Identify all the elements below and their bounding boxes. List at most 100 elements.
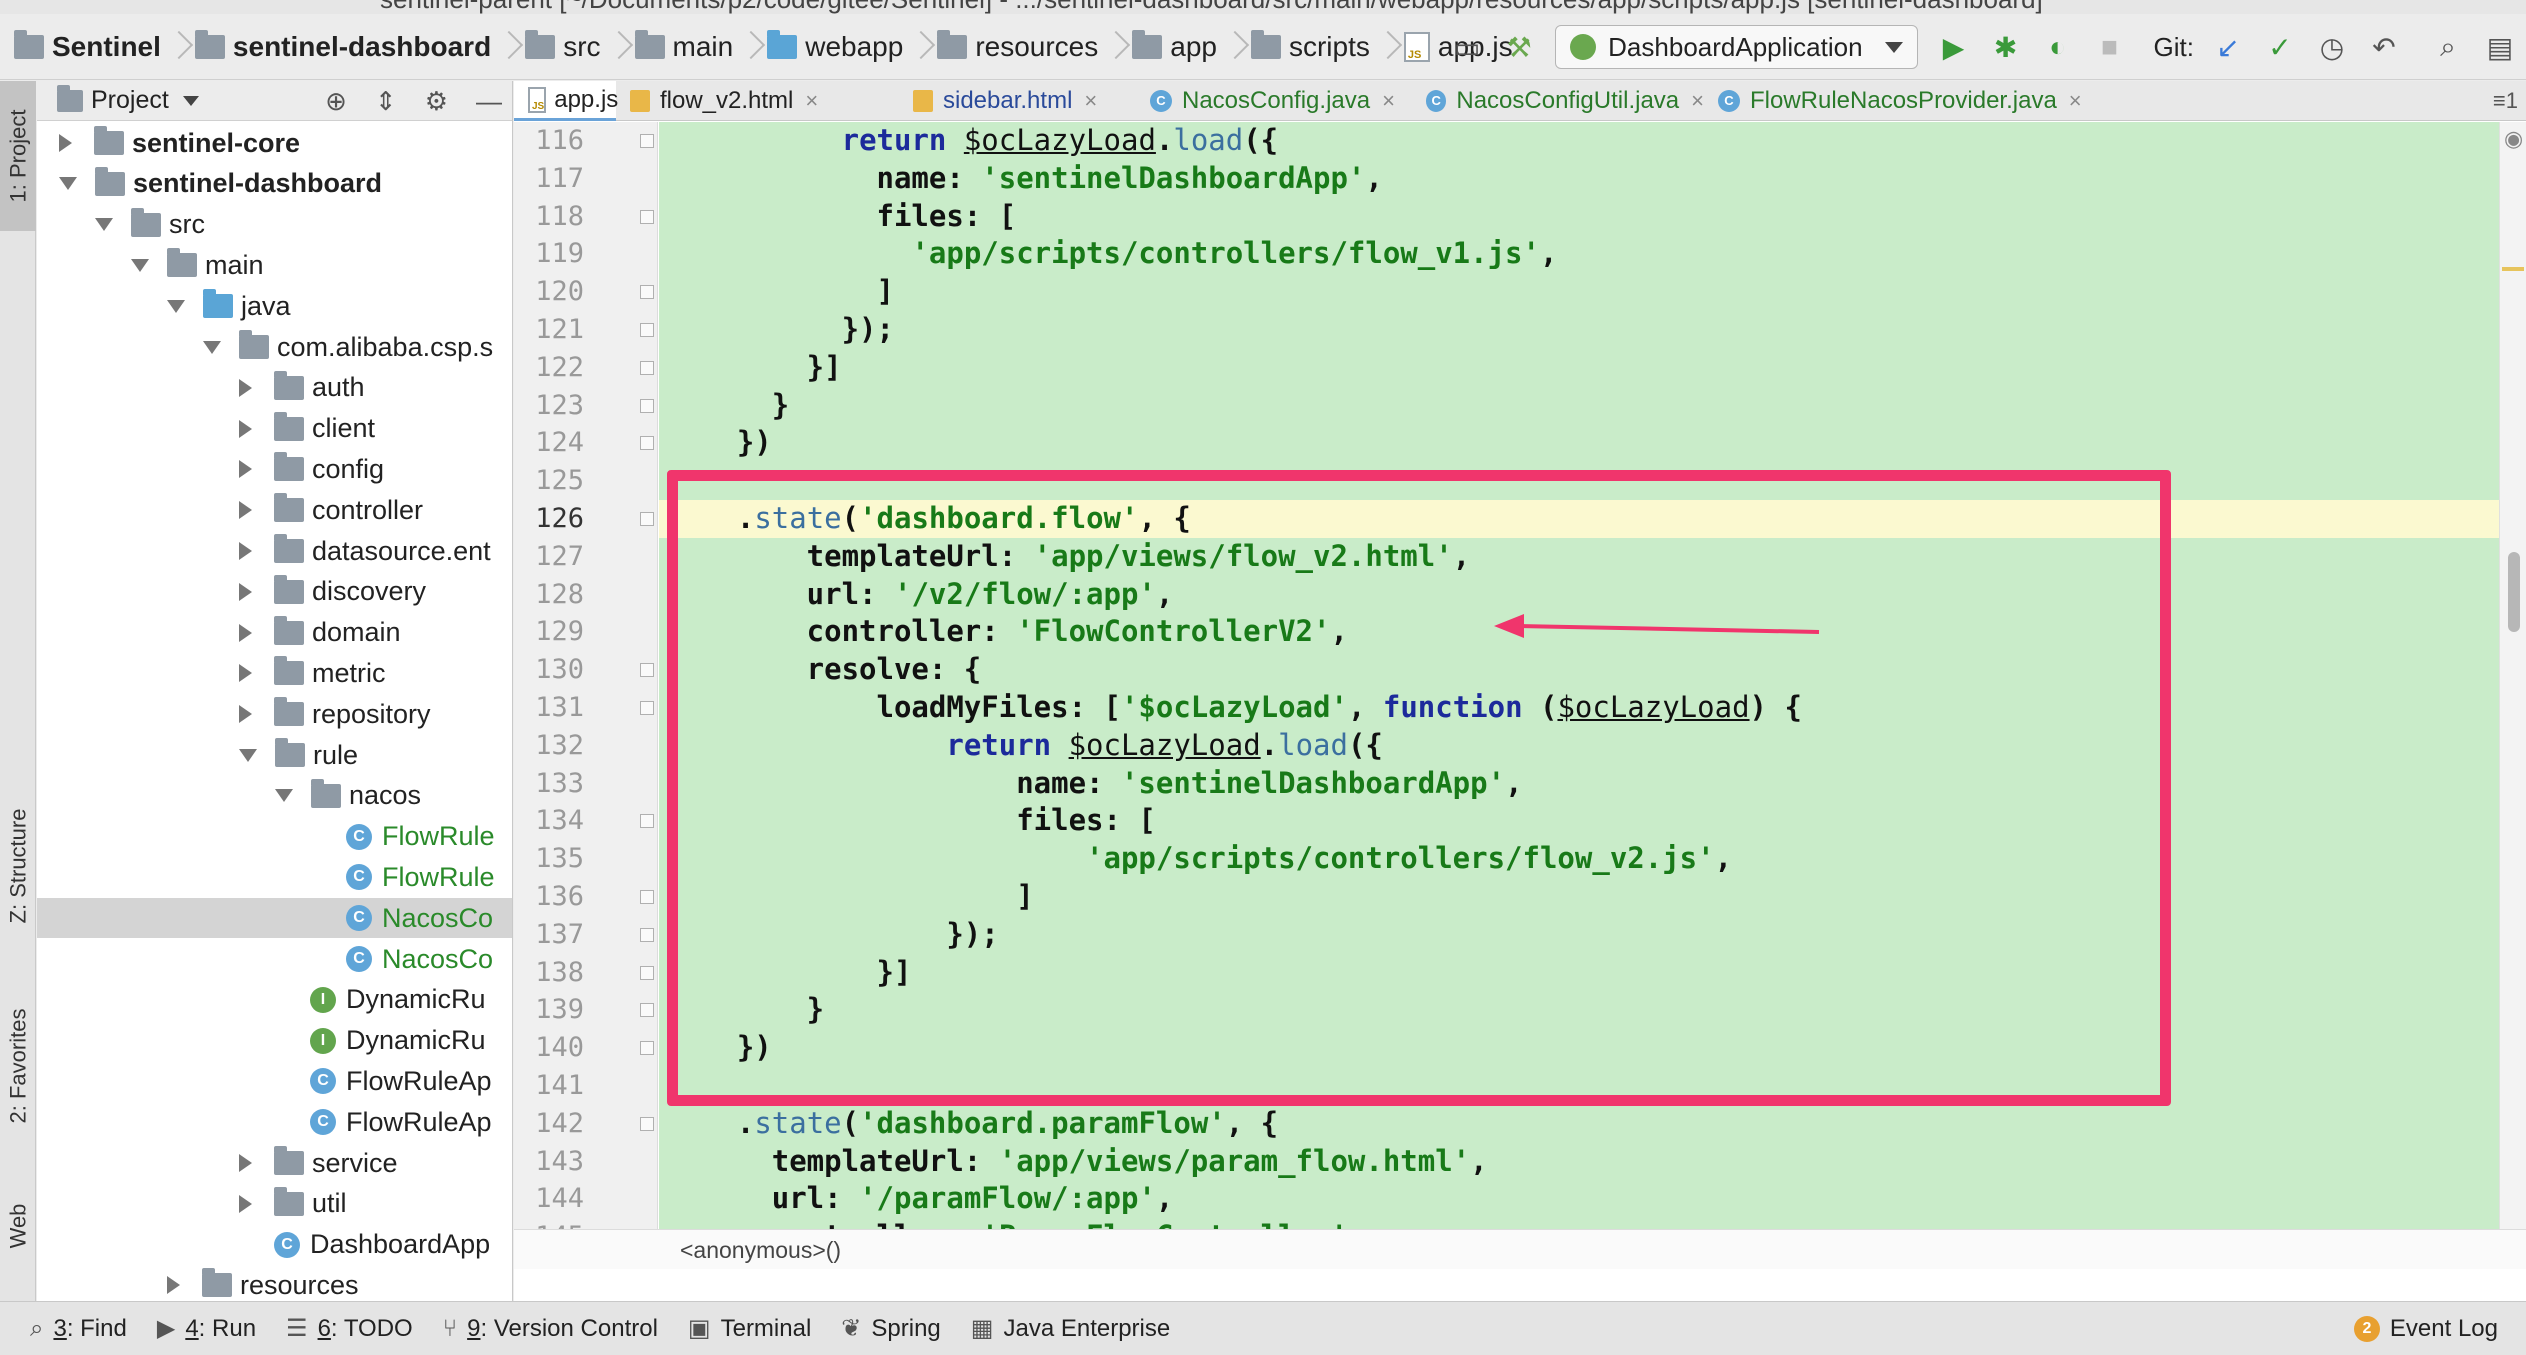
chevron-down-icon[interactable] <box>182 95 199 106</box>
tree-item[interactable]: I DynamicRu <box>37 1021 512 1061</box>
locate-icon[interactable]: ⊕ <box>325 86 347 117</box>
fold-marker-icon[interactable] <box>640 663 654 678</box>
tree-item[interactable]: util <box>37 1184 512 1224</box>
collapsed-arrow-icon[interactable] <box>239 460 252 479</box>
expanded-arrow-icon[interactable] <box>275 789 293 803</box>
tool-window-button[interactable]: ☰ 6: TODO <box>286 1314 413 1343</box>
breadcrumb-item[interactable]: webapp <box>767 14 937 80</box>
tree-item[interactable]: service <box>37 1143 512 1183</box>
fold-marker-icon[interactable] <box>640 134 654 148</box>
code-line[interactable]: .state('dashboard.flow', { <box>659 500 2499 538</box>
collapsed-arrow-icon[interactable] <box>239 419 252 438</box>
tool-window-button[interactable]: ▦ Java Enterprise <box>971 1314 1170 1343</box>
code-line[interactable]: loadMyFiles: ['$ocLazyLoad', function ($… <box>659 689 2499 727</box>
collapse-all-icon[interactable]: ⇕ <box>375 86 397 117</box>
fold-marker-icon[interactable] <box>640 927 654 942</box>
code-breadcrumb[interactable]: <anonymous>() <box>514 1229 2526 1269</box>
tree-item[interactable]: auth <box>37 368 512 408</box>
fold-marker-icon[interactable] <box>640 890 654 904</box>
fold-marker-icon[interactable] <box>640 965 654 980</box>
tool-window-button[interactable]: ⑂ 9: Version Control <box>443 1315 658 1343</box>
expanded-arrow-icon[interactable] <box>59 177 77 191</box>
tree-item[interactable]: sentinel-core <box>37 123 512 163</box>
tab-project-tool[interactable]: 1: Project <box>0 81 36 231</box>
collapsed-arrow-icon[interactable] <box>167 1276 180 1295</box>
scrollbar-thumb[interactable] <box>2508 552 2520 632</box>
fold-marker-icon[interactable] <box>640 701 654 715</box>
code-line[interactable]: templateUrl: 'app/views/flow_v2.html', <box>659 538 2499 576</box>
project-panel-title[interactable]: Project <box>91 86 169 115</box>
history-icon[interactable]: ◷ <box>2312 27 2352 67</box>
code-line[interactable]: name: 'sentinelDashboardApp', <box>659 160 2499 198</box>
code-line[interactable]: }] <box>659 954 2499 992</box>
code-line[interactable]: return $ocLazyLoad.load({ <box>659 727 2499 765</box>
collapsed-arrow-icon[interactable] <box>239 664 252 683</box>
expanded-arrow-icon[interactable] <box>131 258 149 272</box>
breadcrumb-item[interactable]: main <box>634 14 768 80</box>
code-line[interactable]: return $ocLazyLoad.load({ <box>659 122 2499 160</box>
tree-item[interactable]: controller <box>37 490 512 530</box>
fold-marker-icon[interactable] <box>640 436 654 451</box>
code-line[interactable]: files: [ <box>659 198 2499 236</box>
eye-icon[interactable]: ◉ <box>2504 126 2523 152</box>
fold-marker-icon[interactable] <box>640 398 654 413</box>
collapsed-arrow-icon[interactable] <box>239 542 252 560</box>
expanded-arrow-icon[interactable] <box>167 299 185 313</box>
code-area[interactable]: return $ocLazyLoad.load({ name: 'sentine… <box>659 122 2499 1253</box>
code-line[interactable]: }) <box>659 1029 2499 1067</box>
tree-item[interactable]: com.alibaba.csp.s <box>37 327 512 367</box>
tree-item[interactable]: config <box>37 449 512 489</box>
event-log-button[interactable]: 2 Event Log <box>2353 1302 2498 1355</box>
close-icon[interactable]: × <box>1691 88 1704 114</box>
coverage-icon[interactable]: ◐ <box>2038 27 2078 67</box>
code-line[interactable]: } <box>659 387 2499 425</box>
code-line[interactable]: }); <box>659 916 2499 954</box>
expanded-arrow-icon[interactable] <box>239 748 257 762</box>
tree-item[interactable]: I DynamicRu <box>37 980 512 1020</box>
search-icon[interactable]: ⌕ <box>2428 27 2468 67</box>
code-line[interactable]: }) <box>659 424 2499 462</box>
collapsed-arrow-icon[interactable] <box>239 501 252 520</box>
collapsed-arrow-icon[interactable] <box>239 705 252 724</box>
tool-window-button[interactable]: ▣ Terminal <box>688 1314 811 1343</box>
collapsed-arrow-icon[interactable] <box>59 134 72 152</box>
close-icon[interactable]: × <box>805 88 818 114</box>
editor-tab[interactable]: C NacosConfigUtil.java × <box>1412 81 1704 121</box>
code-line[interactable]: }); <box>659 311 2499 349</box>
editor-tab[interactable]: JSapp.js× <box>514 81 643 121</box>
tree-item[interactable]: C FlowRule <box>37 817 512 857</box>
tree-item[interactable]: resources <box>37 1265 512 1301</box>
tab-web-tool[interactable]: Web <box>0 1181 36 1271</box>
editor-tab[interactable]: flow_v2.html × <box>616 81 899 121</box>
code-line[interactable] <box>659 462 2499 500</box>
code-line[interactable]: ] <box>659 273 2499 311</box>
tree-item[interactable]: C NacosCo <box>37 898 512 939</box>
tree-item[interactable]: nacos <box>37 776 512 816</box>
close-icon[interactable]: × <box>1084 88 1097 114</box>
collapsed-arrow-icon[interactable] <box>239 582 252 601</box>
code-line[interactable]: url: '/paramFlow/:app', <box>659 1180 2499 1218</box>
collapsed-arrow-icon[interactable] <box>239 623 252 642</box>
collapsed-arrow-icon[interactable] <box>239 1194 252 1213</box>
fold-marker-icon[interactable] <box>640 360 654 375</box>
breadcrumb-item[interactable]: src <box>525 14 634 80</box>
run-configuration-select[interactable]: DashboardApplication <box>1555 25 1918 69</box>
fold-marker-icon[interactable] <box>640 285 654 300</box>
tabs-overflow-menu[interactable]: ≡1 <box>2493 81 2518 121</box>
warning-marker[interactable] <box>2502 267 2524 271</box>
code-line[interactable]: name: 'sentinelDashboardApp', <box>659 765 2499 803</box>
tree-item[interactable]: C DashboardApp <box>37 1225 512 1265</box>
expanded-arrow-icon[interactable] <box>203 340 221 354</box>
layout-icon[interactable]: ▭ <box>1447 27 1487 67</box>
debug-icon[interactable]: ✱ <box>1986 27 2026 67</box>
tree-item[interactable]: src <box>37 205 512 245</box>
fold-marker-icon[interactable] <box>640 1116 654 1131</box>
editor-tab[interactable]: C FlowRuleNacosProvider.java × <box>1704 81 2144 121</box>
tree-item[interactable]: client <box>37 409 512 449</box>
tree-item[interactable]: C FlowRuleAp <box>37 1102 512 1142</box>
close-icon[interactable]: × <box>2069 88 2082 114</box>
tree-item[interactable]: main <box>37 245 512 285</box>
tree-item[interactable]: repository <box>37 694 512 734</box>
run-icon[interactable]: ▶ <box>1934 27 1974 67</box>
gear-icon[interactable]: ⚙ <box>425 86 448 117</box>
